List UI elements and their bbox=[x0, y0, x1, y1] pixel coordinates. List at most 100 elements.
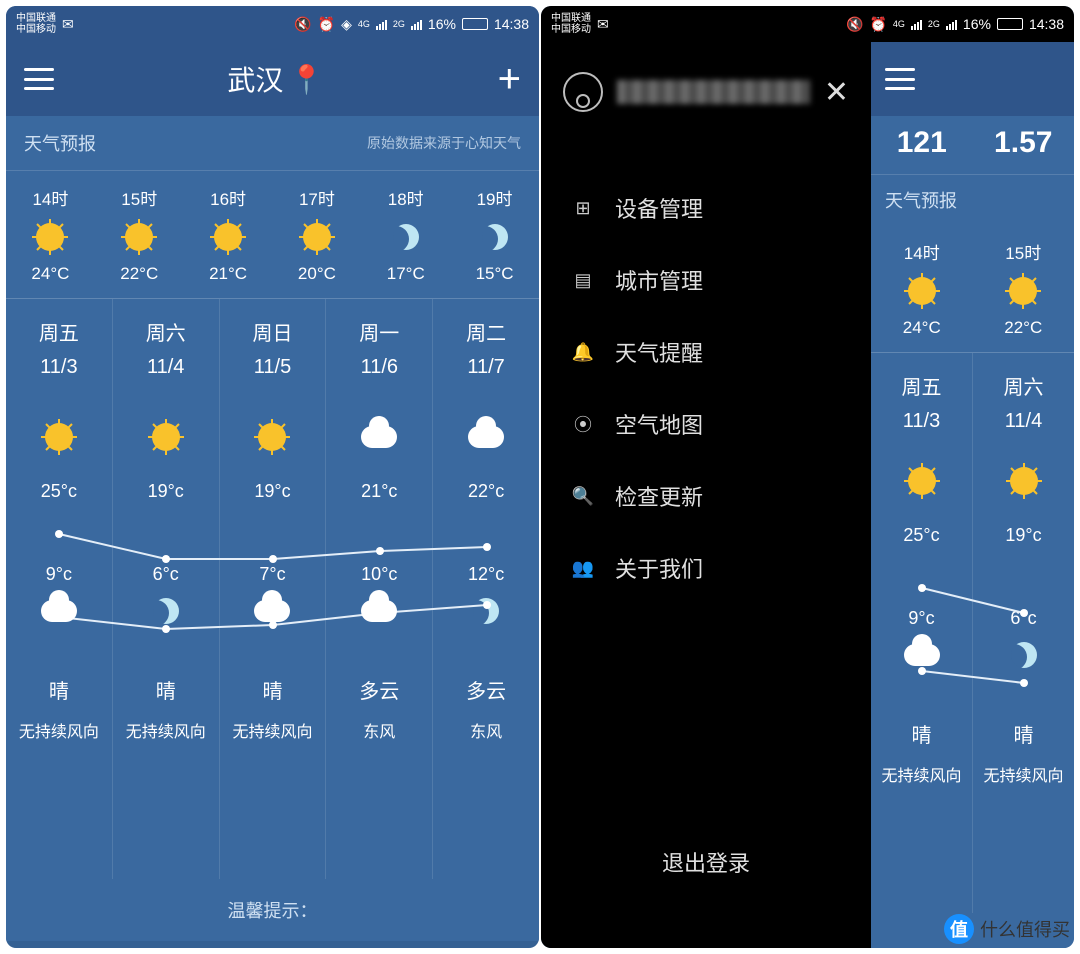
mute-icon: 🔇 bbox=[294, 16, 311, 33]
wind: 无持续风向 bbox=[983, 762, 1063, 786]
cloud-icon bbox=[361, 426, 397, 448]
avatar-icon[interactable] bbox=[563, 72, 603, 112]
daily-column: 周六11/419°c6°c晴无持续风向 bbox=[113, 299, 220, 879]
watermark-text: 什么值得买 bbox=[980, 916, 1070, 942]
low-temp: 7°c bbox=[259, 564, 285, 585]
moon-icon bbox=[473, 598, 499, 624]
daily-column: 周五11/325°c9°c晴无持续风向 bbox=[871, 353, 973, 913]
menu-item-label: 城市管理 bbox=[615, 264, 703, 296]
daily-column: 周日11/519°c7°c晴无持续风向 bbox=[220, 299, 327, 879]
cloud-icon bbox=[904, 644, 940, 666]
low-temp: 9°c bbox=[46, 564, 72, 585]
moon-icon bbox=[393, 224, 419, 250]
menu-item-icon: 👥 bbox=[573, 558, 593, 578]
day-of-week: 周日 bbox=[252, 317, 292, 346]
hour-label: 14时 bbox=[6, 185, 95, 210]
high-temp: 19°c bbox=[254, 481, 290, 502]
cloud-icon bbox=[41, 600, 77, 622]
day-of-week: 周六 bbox=[1004, 371, 1044, 400]
condition: 多云 bbox=[466, 675, 506, 704]
moon-icon bbox=[1011, 642, 1037, 668]
hourly-cell: 15时22°C bbox=[95, 171, 184, 298]
mute-icon: 🔇 bbox=[846, 16, 863, 33]
drawer-menu-item[interactable]: ▤ 城市管理 bbox=[563, 244, 849, 316]
sun-icon bbox=[214, 223, 242, 251]
high-temp: 19°c bbox=[148, 481, 184, 502]
menu-item-icon: 🔔 bbox=[573, 342, 593, 362]
location-pin-icon: 📍 bbox=[289, 63, 324, 96]
low-temp: 9°c bbox=[908, 608, 934, 629]
hour-temp: 24°C bbox=[6, 264, 95, 284]
drawer-menu-item[interactable]: ⦿空气地图 bbox=[563, 388, 849, 460]
condition: 多云 bbox=[359, 675, 399, 704]
high-temp: 25°c bbox=[903, 525, 939, 546]
sun-icon bbox=[908, 467, 936, 495]
close-drawer-button[interactable]: ✕ bbox=[824, 75, 849, 110]
hour-label: 17时 bbox=[272, 185, 361, 210]
daily-forecast[interactable]: 周五11/325°c9°c晴无持续风向周六11/419°c6°c晴无持续风向 bbox=[871, 353, 1074, 913]
day-of-week: 周一 bbox=[359, 317, 399, 346]
hour-temp: 24°C bbox=[871, 318, 973, 338]
sun-icon bbox=[1010, 467, 1038, 495]
sun-icon bbox=[152, 423, 180, 451]
daily-forecast[interactable]: 周五11/325°c9°c晴无持续风向周六11/419°c6°c晴无持续风向周日… bbox=[6, 299, 539, 879]
hourly-cell: 14时 24°C bbox=[6, 171, 95, 298]
forecast-title: 天气预报 bbox=[24, 130, 96, 156]
daily-column: 周一11/621°c10°c多云东风 bbox=[326, 299, 433, 879]
wind: 东风 bbox=[470, 718, 502, 742]
hourly-cell: 16时 21°C bbox=[184, 171, 273, 298]
watermark: 值 什么值得买 bbox=[944, 914, 1070, 944]
signal-2-icon bbox=[411, 18, 422, 30]
day-of-week: 周二 bbox=[466, 317, 506, 346]
net-2g: 2G bbox=[393, 19, 405, 29]
forecast-header: 天气预报 原始数据来源于心知天气 bbox=[6, 116, 539, 171]
menu-item-icon: ▤ bbox=[573, 270, 593, 290]
sun-icon bbox=[908, 277, 936, 305]
condition: 晴 bbox=[49, 675, 69, 704]
date: 11/3 bbox=[40, 356, 77, 379]
low-temp: 12°c bbox=[468, 564, 504, 585]
menu-button[interactable] bbox=[885, 68, 915, 90]
hourly-forecast[interactable]: 14时24°C15时22°C16时21°C17时20°C18时17°C19时15… bbox=[6, 171, 539, 299]
date: 11/5 bbox=[254, 356, 291, 379]
aqi-row: 121 1.57 bbox=[871, 116, 1074, 175]
hour-temp: 17°C bbox=[361, 264, 450, 284]
wechat-icon: ✉ bbox=[62, 16, 74, 33]
drawer-menu-item[interactable]: 🔔 天气提醒 bbox=[563, 316, 849, 388]
menu-item-label: 天气提醒 bbox=[615, 336, 703, 368]
drawer-menu-item[interactable]: 🔍检查更新 bbox=[563, 460, 849, 532]
menu-button[interactable] bbox=[24, 68, 54, 90]
alarm-icon: ⏰ bbox=[318, 16, 335, 33]
wind: 无持续风向 bbox=[19, 718, 99, 742]
wind: 东风 bbox=[363, 718, 395, 742]
hour-label: 16时 bbox=[184, 185, 273, 210]
city-title[interactable]: 武汉 📍 bbox=[227, 59, 324, 99]
date: 11/4 bbox=[147, 356, 184, 379]
drawer-menu-item[interactable]: 👥关于我们 bbox=[563, 532, 849, 604]
hourly-forecast[interactable]: 14时 24°C15时22°C bbox=[871, 225, 1074, 353]
daily-column: 周五11/325°c9°c晴无持续风向 bbox=[6, 299, 113, 879]
sun-icon bbox=[125, 223, 153, 251]
carrier-1: 中国联通 bbox=[16, 13, 56, 24]
low-temp: 10°c bbox=[361, 564, 397, 585]
hour-label: 14时 bbox=[871, 239, 973, 264]
add-city-button[interactable]: + bbox=[498, 57, 521, 102]
wind: 无持续风向 bbox=[881, 762, 961, 786]
aqi-value: 121 bbox=[871, 126, 973, 160]
hourly-cell: 18时17°C bbox=[361, 171, 450, 298]
weather-behind: 121 1.57 天气预报 14时24°C15时22°C 周五11/325°c9… bbox=[871, 42, 1074, 948]
menu-item-label: 设备管理 bbox=[615, 192, 703, 224]
phone-right: 中国联通 中国移动 ✉ 🔇 ⏰ 4G 2G 16% 14:38 121 bbox=[541, 6, 1074, 948]
clock: 14:38 bbox=[494, 16, 529, 32]
alarm-icon: ⏰ bbox=[869, 16, 886, 33]
hourly-cell: 15时22°C bbox=[973, 225, 1075, 352]
hourly-cell: 14时 24°C bbox=[871, 225, 973, 352]
phone-left: 中国联通 中国移动 ✉ 🔇 ⏰ ◈ 4G 2G 16% 14:38 武汉 bbox=[6, 6, 539, 948]
low-temp: 6°c bbox=[1010, 608, 1036, 629]
wind: 无持续风向 bbox=[126, 718, 206, 742]
logout-button[interactable]: 退出登录 bbox=[541, 846, 871, 878]
drawer-menu-item[interactable]: ⊞设备管理 bbox=[563, 172, 849, 244]
net-4g: 4G bbox=[358, 19, 370, 29]
hour-temp: 21°C bbox=[184, 264, 273, 284]
battery-pct: 16% bbox=[428, 16, 456, 32]
